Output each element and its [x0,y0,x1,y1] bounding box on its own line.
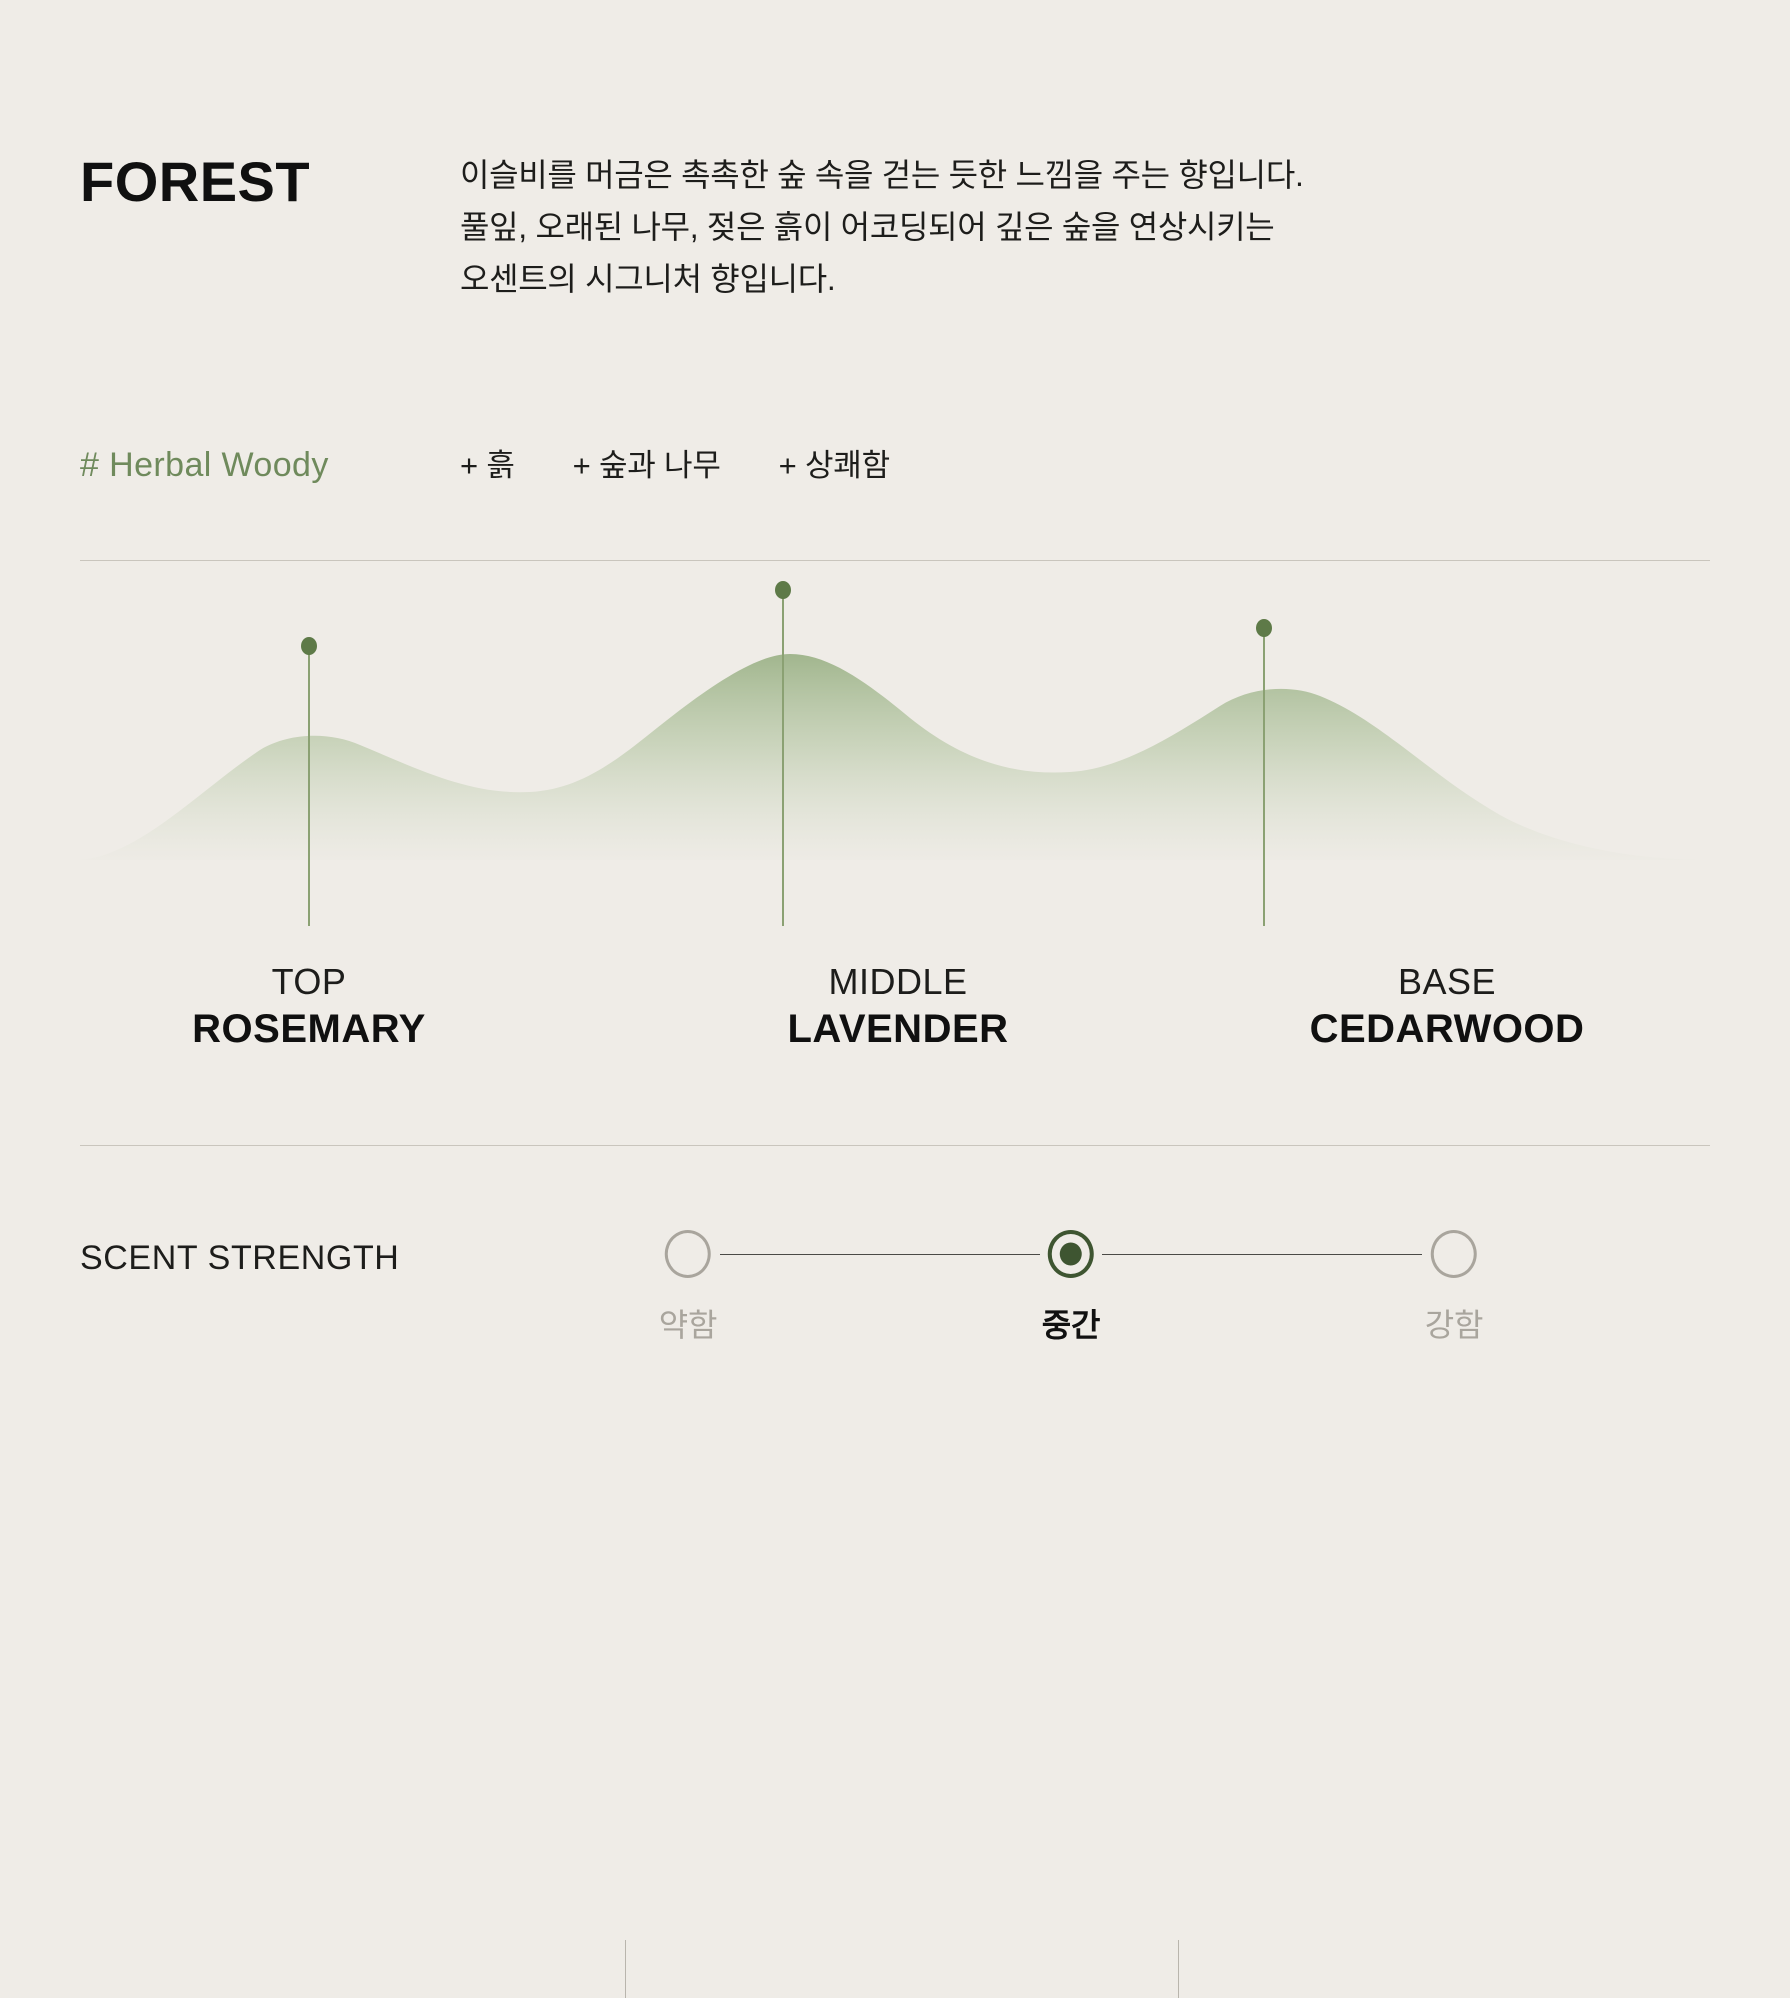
note-stage-label: TOP [271,961,347,1002]
note-name-label: CEDARWOOD [1309,1006,1585,1051]
header: FOREST 이슬비를 머금은 촉촉한 숲 속을 걷는 듯한 느낌을 주는 향입… [80,150,1710,305]
scent-description: 이슬비를 머금은 촉촉한 숲 속을 걷는 듯한 느낌을 주는 향입니다. 풀잎,… [460,150,1690,305]
divider-top [80,560,1710,561]
scent-profile-page: FOREST 이슬비를 머금은 촉촉한 숲 속을 걷는 듯한 느낌을 주는 향입… [0,0,1790,1998]
note-separator [1178,1940,1179,1998]
tag-item[interactable]: + 상쾌함 [779,440,890,485]
description-line-2: 풀잎, 오래된 나무, 젖은 흙이 어코딩되어 깊은 숲을 연상시키는 [460,208,1275,245]
strength-caption: 약함 [658,1307,718,1343]
tag-row: # Herbal Woody + 흙 + 숲과 나무 + 상쾌함 [80,440,890,485]
description-line-1: 이슬비를 머금은 촉촉한 숲 속을 걷는 듯한 느낌을 주는 향입니다. [460,157,1304,193]
track-segment-right [1102,1254,1422,1255]
scent-strength-label: SCENT STRENGTH [80,1239,400,1277]
note-separator [625,1940,626,1998]
strength-option-weak[interactable]: 약함 [659,1225,717,1346]
scent-strength-track: 약함 중간 강함 [659,1225,1600,1385]
strength-option-strong[interactable]: 강함 [1425,1225,1483,1346]
note-dot-top[interactable] [301,637,317,655]
track-segment-left [720,1254,1040,1255]
scent-strength-section: SCENT STRENGTH 약함 중간 강함 [80,1225,1710,1385]
note-stage-label: MIDDLE [828,961,968,1002]
note-markers [0,581,1790,960]
note-name-label: ROSEMARY [192,1006,426,1051]
note-stage-label: BASE [1397,961,1497,1002]
strength-option-medium[interactable]: 중간 [1042,1225,1100,1346]
note-dot-middle[interactable] [775,581,791,599]
note-label-base[interactable]: BASE CEDARWOOD [1310,962,1585,1056]
divider-bottom [80,1145,1710,1146]
strength-caption: 중간 [1041,1307,1101,1343]
tag-item[interactable]: + 흙 [460,440,515,485]
description-line-3: 오센트의 시그니처 향입니다. [460,260,836,297]
radio-selected-icon[interactable] [1047,1230,1094,1278]
note-label-top[interactable]: TOP ROSEMARY [192,962,426,1056]
note-dot-base[interactable] [1256,619,1272,637]
note-label-middle[interactable]: MIDDLE LAVENDER [787,962,1008,1056]
radio-icon[interactable] [664,1230,711,1278]
tag-item[interactable]: + 숲과 나무 [573,440,721,485]
note-stem-middle [782,590,784,926]
strength-caption: 강함 [1424,1307,1484,1343]
note-label-row: TOP ROSEMARY MIDDLE LAVENDER BASE CEDARW… [0,962,1790,1998]
tag-list: + 흙 + 숲과 나무 + 상쾌함 [460,440,890,485]
note-stem-top [308,646,310,926]
note-stem-base [1263,628,1265,926]
page-title: FOREST [80,150,311,213]
radio-icon[interactable] [1430,1230,1477,1278]
note-name-label: LAVENDER [787,1006,1009,1051]
primary-tag[interactable]: # Herbal Woody [80,446,460,485]
